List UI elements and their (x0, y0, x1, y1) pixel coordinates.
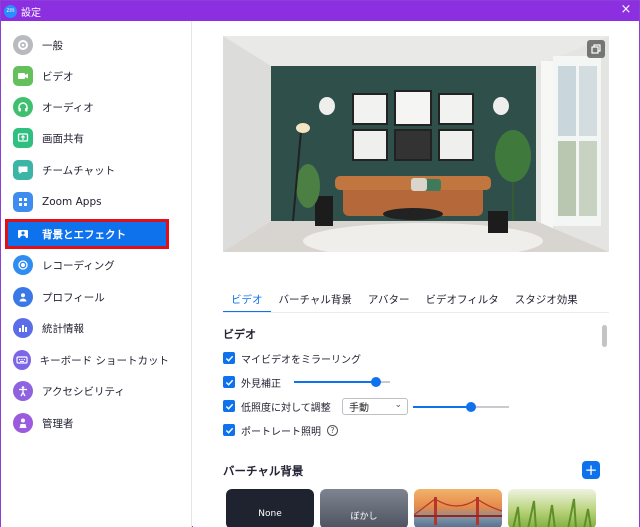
expand-icon (591, 44, 601, 54)
sidebar-item-admin[interactable]: 管理者 (5, 408, 169, 438)
tab-studio-effects[interactable]: スタジオ効果 (507, 291, 586, 313)
keyboard-icon (13, 350, 31, 370)
tab-video[interactable]: ビデオ (223, 291, 271, 313)
mirror-video-label: マイビデオをミラーリング (241, 354, 361, 366)
virtual-background-title: バーチャル背景 (223, 464, 304, 478)
sidebar-item-label: アクセシビリティ (42, 385, 125, 398)
sidebar-item-label: ビデオ (42, 70, 74, 83)
room-preview-image (223, 36, 609, 252)
tab-bar: ビデオ バーチャル背景 アバター ビデオフィルタ スタジオ効果 (223, 291, 586, 313)
grass-image (512, 498, 592, 527)
sidebar-item-label: 一般 (42, 39, 63, 52)
scrollbar-track (601, 321, 607, 527)
sidebar-item-recording[interactable]: レコーディング (5, 250, 169, 280)
sidebar-item-keyboard-shortcuts[interactable]: キーボード ショートカット (5, 345, 169, 375)
mirror-video-option: マイビデオをミラーリング (223, 349, 361, 367)
profile-icon (13, 287, 33, 307)
accessibility-icon (13, 381, 33, 401)
background-preview (223, 36, 609, 252)
tab-divider (223, 312, 609, 313)
sidebar-item-label: 画面共有 (42, 132, 84, 145)
slider-thumb[interactable] (466, 402, 476, 412)
low-light-mode-dropdown[interactable]: 手動 ⌄ (342, 398, 408, 415)
sidebar-item-profile[interactable]: プロフィール (5, 282, 169, 312)
sidebar-item-video[interactable]: ビデオ (5, 61, 169, 91)
settings-window: zm 設定 × 一般 ビデオ オーディオ 画面共有 チームチャット Zoom A… (0, 0, 640, 527)
portrait-lighting-checkbox[interactable] (223, 424, 235, 436)
background-icon (13, 224, 33, 244)
slider-fill (413, 406, 471, 408)
sidebar-item-audio[interactable]: オーディオ (5, 92, 169, 122)
tab-video-filter[interactable]: ビデオフィルタ (418, 291, 507, 313)
thumbnail-label: None (258, 509, 282, 519)
sidebar-item-label: プロフィール (42, 291, 105, 304)
slider-fill (294, 381, 376, 383)
sidebar-item-label: 統計情報 (42, 322, 84, 335)
sidebar-item-label: レコーディング (42, 259, 115, 272)
checkmark-icon (225, 403, 233, 410)
bridge-image (414, 497, 502, 525)
sidebar-item-label: キーボード ショートカット (39, 354, 169, 367)
low-light-option: 低照度に対して調整 (223, 397, 331, 415)
sidebar-item-label: 管理者 (42, 417, 74, 430)
expand-preview-button[interactable] (587, 40, 605, 58)
info-icon[interactable]: ? (327, 424, 338, 436)
checkmark-icon (225, 379, 233, 386)
sidebar-item-label: チームチャット (42, 164, 116, 177)
scrollbar-thumb[interactable] (602, 325, 607, 347)
chevron-down-icon: ⌄ (394, 400, 402, 410)
sidebar-item-statistics[interactable]: 統計情報 (5, 313, 169, 343)
sidebar-item-label: Zoom Apps (42, 196, 102, 208)
gear-icon (13, 35, 33, 55)
close-button[interactable]: × (619, 3, 633, 17)
touch-up-slider[interactable] (294, 377, 390, 387)
video-section-title: ビデオ (223, 328, 256, 341)
low-light-slider[interactable] (413, 402, 509, 412)
portrait-lighting-option: ポートレート照明 ? (223, 421, 338, 439)
sidebar-item-label: オーディオ (42, 101, 94, 114)
thumbnail-label: ぼかし (350, 512, 378, 522)
background-thumbnail-golden-gate[interactable] (414, 489, 502, 527)
window-title: 設定 (21, 7, 41, 19)
admin-icon (13, 413, 33, 433)
checkmark-icon (225, 355, 233, 362)
apps-icon (13, 192, 33, 212)
touch-up-label: 外見補正 (241, 378, 281, 390)
portrait-lighting-label: ポートレート照明 (241, 426, 321, 438)
record-icon (13, 255, 33, 275)
plus-icon: + (584, 461, 598, 479)
chat-icon (13, 160, 33, 180)
settings-content: ビデオ バーチャル背景 アバター ビデオフィルタ スタジオ効果 ビデオ マイビデ… (193, 21, 639, 527)
low-light-label: 低照度に対して調整 (241, 402, 331, 414)
sidebar-item-zoom-apps[interactable]: Zoom Apps (5, 187, 169, 217)
sidebar-item-general[interactable]: 一般 (5, 30, 169, 60)
add-background-button[interactable]: + (582, 461, 600, 479)
share-screen-icon (13, 128, 33, 148)
sidebar-item-share-screen[interactable]: 画面共有 (5, 123, 169, 153)
tab-avatar[interactable]: アバター (360, 291, 418, 313)
sidebar: 一般 ビデオ オーディオ 画面共有 チームチャット Zoom Apps 背景とエ… (1, 21, 192, 527)
sidebar-item-background-effects[interactable]: 背景とエフェクト (5, 219, 169, 249)
title-bar: zm 設定 × (1, 1, 639, 21)
low-light-checkbox[interactable] (223, 400, 235, 412)
background-thumbnail-blur[interactable]: ぼかし (320, 489, 408, 527)
tab-virtual-background[interactable]: バーチャル背景 (271, 291, 360, 313)
zoom-app-icon: zm (4, 4, 17, 18)
sidebar-item-accessibility[interactable]: アクセシビリティ (5, 376, 169, 406)
low-light-mode-value: 手動 (349, 403, 369, 414)
headphones-icon (13, 97, 33, 117)
slider-thumb[interactable] (371, 377, 381, 387)
checkmark-icon (225, 427, 233, 434)
touch-up-checkbox[interactable] (223, 376, 235, 388)
statistics-icon (13, 318, 33, 338)
mirror-video-checkbox[interactable] (223, 352, 235, 364)
touch-up-option: 外見補正 (223, 373, 281, 391)
background-thumbnail-grass[interactable] (508, 489, 596, 527)
sidebar-item-team-chat[interactable]: チームチャット (5, 155, 169, 185)
video-icon (13, 66, 33, 86)
background-thumbnail-none[interactable]: None (226, 489, 314, 527)
sidebar-item-label: 背景とエフェクト (42, 228, 126, 241)
